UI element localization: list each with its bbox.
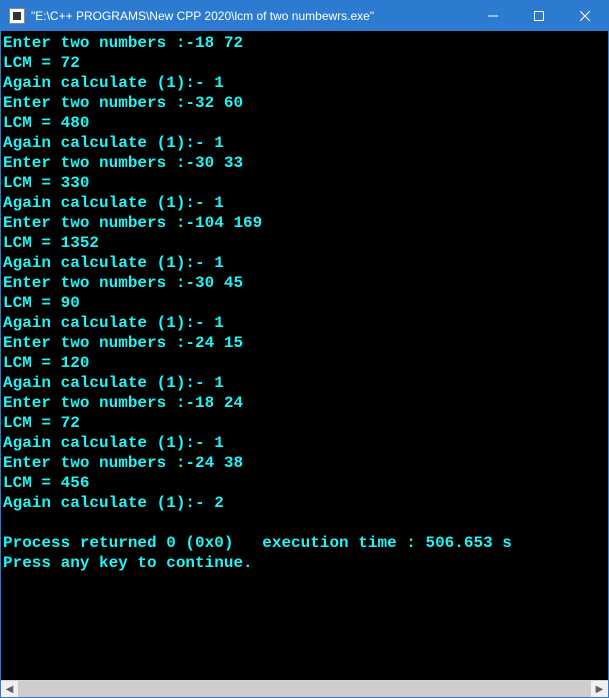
maximize-button[interactable] bbox=[516, 1, 562, 31]
horizontal-scrollbar[interactable]: ◀ ▶ bbox=[1, 680, 608, 697]
console-window: "E:\C++ PROGRAMS\New CPP 2020\lcm of two… bbox=[0, 0, 609, 698]
window-title: "E:\C++ PROGRAMS\New CPP 2020\lcm of two… bbox=[31, 9, 470, 23]
titlebar[interactable]: "E:\C++ PROGRAMS\New CPP 2020\lcm of two… bbox=[1, 1, 608, 31]
scroll-right-button[interactable]: ▶ bbox=[591, 681, 608, 697]
maximize-icon bbox=[534, 11, 544, 21]
scroll-track[interactable] bbox=[18, 681, 591, 697]
scroll-thumb[interactable] bbox=[18, 681, 591, 697]
app-icon bbox=[9, 8, 25, 24]
scroll-left-button[interactable]: ◀ bbox=[1, 681, 18, 697]
minimize-button[interactable] bbox=[470, 1, 516, 31]
minimize-icon bbox=[488, 11, 498, 21]
window-controls bbox=[470, 1, 608, 31]
console-output[interactable]: Enter two numbers :-18 72 LCM = 72 Again… bbox=[1, 31, 608, 680]
close-icon bbox=[580, 11, 590, 21]
close-button[interactable] bbox=[562, 1, 608, 31]
